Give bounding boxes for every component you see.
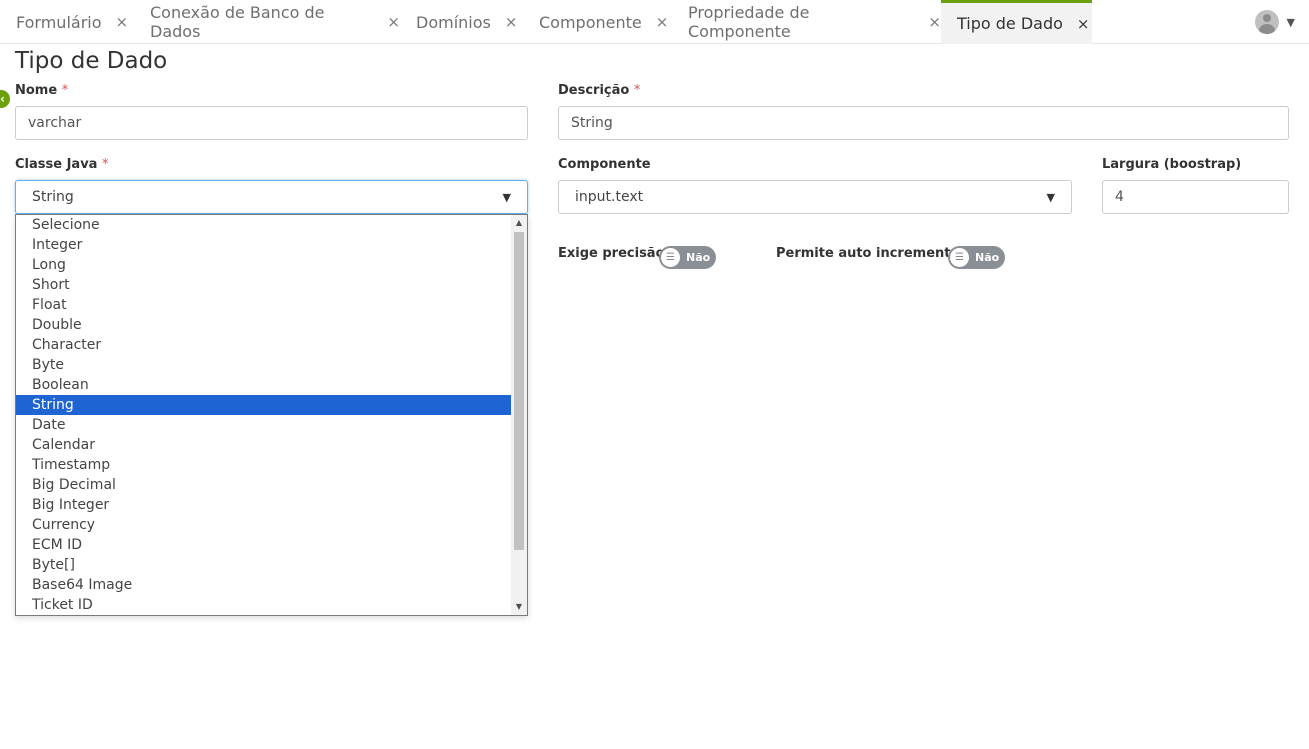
scrollbar[interactable]: ▲ ▼ <box>511 215 527 615</box>
tab-dominios[interactable]: Domínios × <box>400 0 523 44</box>
dropdown-options: Selecione Integer Long Short Float Double Char… <box>16 215 511 615</box>
auto-incremento-label: Permite auto incremento <box>776 246 960 261</box>
dropdown-option[interactable]: Short <box>16 275 511 295</box>
tab-label: Propriedade de Componente <box>688 3 810 41</box>
label-text: Classe Java <box>15 157 98 172</box>
close-icon[interactable]: × <box>656 13 669 31</box>
tab-bar: Formulário × Conexão de Banco de Dados ×… <box>0 0 1309 44</box>
componente-label: Componente <box>558 157 651 172</box>
page-title: Tipo de Dado <box>15 48 168 74</box>
classe-java-dropdown[interactable]: Selecione Integer Long Short Float Double Char… <box>15 214 528 616</box>
avatar <box>1254 10 1279 34</box>
tab-componente[interactable]: Componente × <box>523 0 672 44</box>
dropdown-option[interactable]: Big Integer <box>16 495 511 515</box>
nome-label: Nome * <box>15 83 68 98</box>
nome-value: varchar <box>28 115 82 131</box>
dropdown-option[interactable]: Boolean <box>16 375 511 395</box>
classe-java-value: String <box>32 189 74 205</box>
user-menu[interactable]: ▼ <box>1254 10 1295 34</box>
classe-java-select[interactable]: String ▼ <box>15 180 528 214</box>
tab-conexao-banco-dados[interactable]: Conexão de Banco de Dados × <box>134 0 400 44</box>
required-marker: * <box>101 157 109 172</box>
dropdown-option[interactable]: String <box>16 395 511 415</box>
dropdown-option[interactable]: Date <box>16 415 511 435</box>
close-icon[interactable]: × <box>928 13 941 31</box>
label-text: Largura (boostrap) <box>1102 157 1242 172</box>
chevron-down-icon: ▼ <box>1286 15 1295 29</box>
dropdown-option[interactable]: ECM ID <box>16 535 511 555</box>
nome-input[interactable]: varchar <box>15 106 528 140</box>
dropdown-option[interactable]: Double <box>16 315 511 335</box>
exige-precisao-toggle[interactable]: ☰ Não <box>659 246 716 269</box>
dropdown-option[interactable]: Timestamp <box>16 455 511 475</box>
componente-value: input.text <box>575 189 644 205</box>
dropdown-option[interactable]: Selecione <box>16 215 511 235</box>
close-icon[interactable]: × <box>116 13 129 31</box>
dropdown-option[interactable]: Ticket ID <box>16 595 511 615</box>
close-icon[interactable]: × <box>1077 15 1090 33</box>
required-marker: * <box>61 83 69 98</box>
dropdown-option[interactable]: Byte[] <box>16 555 511 575</box>
dropdown-option[interactable]: Byte <box>16 355 511 375</box>
dropdown-option[interactable]: Float <box>16 295 511 315</box>
tab-tipo-de-dado[interactable]: Tipo de Dado × <box>941 0 1092 44</box>
scroll-thumb[interactable] <box>514 232 524 550</box>
largura-label: Largura (boostrap) <box>1102 157 1241 172</box>
chevron-down-icon: ▼ <box>1046 190 1055 204</box>
tab-label: Conexão de Banco de Dados <box>150 3 325 41</box>
menu-icon: ☰ <box>661 248 680 267</box>
required-marker: * <box>633 83 641 98</box>
chevron-down-icon: ▼ <box>502 190 511 204</box>
descricao-label: Descrição * <box>558 83 640 98</box>
close-icon[interactable]: × <box>387 13 400 31</box>
tab-label: Formulário <box>16 12 102 32</box>
tab-label: Componente <box>539 12 642 32</box>
label-text: Nome <box>15 83 58 98</box>
tab-label: Domínios <box>416 12 491 32</box>
dropdown-option[interactable]: Character <box>16 335 511 355</box>
dropdown-option[interactable]: Base64 Image <box>16 575 511 595</box>
dropdown-option[interactable]: Integer <box>16 235 511 255</box>
tab-label: Tipo de Dado <box>957 14 1063 33</box>
descricao-value: String <box>571 115 613 131</box>
largura-value: 4 <box>1115 189 1124 205</box>
scroll-down-icon[interactable]: ▼ <box>511 599 527 615</box>
classe-java-label: Classe Java * <box>15 157 108 172</box>
dropdown-option[interactable]: Long <box>16 255 511 275</box>
dropdown-option[interactable]: Big Decimal <box>16 475 511 495</box>
componente-select[interactable]: input.text ▼ <box>558 180 1072 214</box>
dropdown-option[interactable]: Calendar <box>16 435 511 455</box>
label-text: Descrição <box>558 83 630 98</box>
menu-icon: ☰ <box>950 248 969 267</box>
close-icon[interactable]: × <box>505 13 518 31</box>
dropdown-option[interactable]: Currency <box>16 515 511 535</box>
exige-precisao-label: Exige precisão <box>558 246 665 261</box>
chevron-left-icon[interactable]: ‹ <box>0 90 10 108</box>
tab-propriedade-componente[interactable]: Propriedade de Componente × <box>672 0 941 44</box>
label-text: Componente <box>558 157 651 172</box>
tab-formulario[interactable]: Formulário × <box>0 0 134 44</box>
scroll-up-icon[interactable]: ▲ <box>511 215 527 231</box>
toggle-state: Não <box>686 251 711 264</box>
descricao-input[interactable]: String <box>558 106 1289 140</box>
toggle-state: Não <box>975 251 1000 264</box>
auto-incremento-toggle[interactable]: ☰ Não <box>948 246 1005 269</box>
largura-input[interactable]: 4 <box>1102 180 1289 214</box>
